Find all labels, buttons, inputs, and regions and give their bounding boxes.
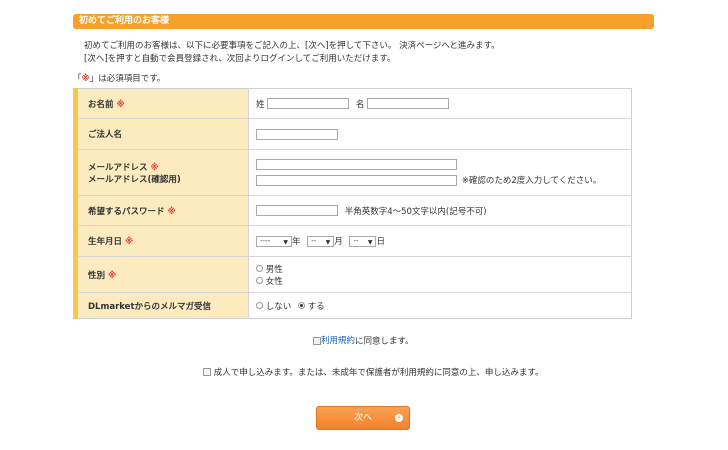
terms-link[interactable]: 利用規約: [321, 336, 355, 346]
password-input[interactable]: [256, 205, 338, 216]
birthday-label-cell: 生年月日 ※: [73, 225, 249, 257]
last-name-input[interactable]: [267, 98, 350, 109]
birth-day-select[interactable]: -- ▼: [349, 235, 377, 247]
mailmag-label-cell: DLmarketからのメルマガ受信: [73, 292, 249, 319]
birthday-label: 生年月日: [88, 237, 123, 247]
chevron-right-icon: ›: [395, 414, 403, 422]
birth-day-value: --: [353, 236, 359, 245]
gender-female-radio[interactable]: [256, 277, 263, 284]
row-company: ご法人名: [73, 118, 632, 150]
terms-agree: 利用規約に同意します。: [313, 334, 414, 347]
intro-line-2: [次へ]を押すと自動で会員登録され、次回よりログインしてご利用いただけます。: [84, 54, 396, 64]
required-mark: ※: [116, 99, 125, 110]
required-note-text: 」は必須項目です。: [89, 74, 166, 84]
registration-form: お名前 ※ 姓 名 ご法人名 メールアドレス ※ メールアドレス(確認用) ※確…: [73, 88, 632, 319]
intro-text: 初めてご利用のお客様は、以下に必要事項をご記入の上、[次へ]を押して下さい。 決…: [84, 40, 500, 66]
next-button-label: 次へ: [353, 413, 372, 423]
mailmag-no-radio[interactable]: [256, 302, 263, 309]
required-mark: ※: [81, 74, 90, 84]
birth-month-value: --: [311, 236, 317, 245]
first-name-input[interactable]: [367, 98, 450, 109]
row-mailmag: DLmarketからのメルマガ受信 しない する: [73, 292, 632, 319]
mailmag-label: DLmarketからのメルマガ受信: [88, 301, 212, 312]
required-mark: ※: [124, 237, 134, 247]
birth-year-value: ----: [260, 236, 271, 245]
email-note: ※確認のため2度入力してください。: [461, 176, 602, 186]
row-gender: 性別 ※ 男性 女性: [73, 256, 632, 293]
gender-label: 性別: [88, 270, 106, 281]
required-note: 「※」は必須項目です。: [73, 72, 165, 84]
gender-male-label: 男性: [265, 264, 283, 275]
next-button[interactable]: 次へ ›: [316, 406, 410, 430]
required-mark: ※: [107, 270, 117, 281]
name-input-cell: 姓 名: [248, 88, 632, 119]
mailmag-yes-label: する: [307, 301, 325, 312]
mailmag-input-cell: しない する: [248, 292, 632, 319]
company-input[interactable]: [256, 128, 338, 140]
row-email: メールアドレス ※ メールアドレス(確認用) ※確認のため2度入力してください。: [73, 149, 632, 196]
email-confirm-label: メールアドレス(確認用): [88, 174, 181, 185]
row-birthday: 生年月日 ※ ---- ▼ 年 -- ▼ 月 -- ▼ 日: [73, 225, 632, 257]
adult-checkbox[interactable]: [203, 368, 211, 376]
terms-text: に同意します。: [355, 336, 414, 347]
birth-month-select[interactable]: -- ▼: [307, 235, 335, 247]
gender-male-radio[interactable]: [256, 265, 263, 272]
name-label: お名前: [88, 99, 114, 110]
adult-agree: 成人で申し込みます。または、未成年で保護者が利用規約に同意の上、申し込みます。: [203, 366, 544, 378]
chevron-down-icon: ▼: [367, 238, 373, 246]
gender-label-cell: 性別 ※: [73, 256, 249, 293]
password-label: 希望するパスワード: [88, 206, 165, 217]
chevron-down-icon: ▼: [283, 238, 288, 246]
password-note: 半角英数字4〜50文字以内(記号不可): [344, 206, 487, 217]
company-label: ご法人名: [88, 130, 123, 140]
chevron-down-icon: ▼: [325, 238, 331, 246]
email-label-cell: メールアドレス ※ メールアドレス(確認用): [73, 149, 249, 196]
birth-year-select[interactable]: ---- ▼: [256, 235, 292, 247]
mailmag-yes-radio[interactable]: [297, 302, 305, 309]
email-confirm-input[interactable]: [256, 174, 457, 186]
birthday-input-cell: ---- ▼ 年 -- ▼ 月 -- ▼ 日: [248, 225, 632, 257]
email-input[interactable]: [256, 159, 457, 170]
mailmag-no-label: しない: [265, 301, 292, 312]
name-label-cell: お名前 ※: [73, 88, 249, 119]
year-unit: 年: [292, 237, 301, 247]
row-name: お名前 ※ 姓 名: [73, 88, 632, 119]
password-label-cell: 希望するパスワード ※: [73, 195, 249, 226]
required-note-open: 「: [73, 74, 82, 84]
section-header: 初めてご利用のお客様: [73, 14, 654, 29]
terms-checkbox[interactable]: [313, 336, 321, 345]
email-input-cell: ※確認のため2度入力してください。: [248, 149, 632, 196]
row-password: 希望するパスワード ※ 半角英数字4〜50文字以内(記号不可): [73, 195, 632, 226]
company-label-cell: ご法人名: [73, 118, 249, 150]
month-unit: 月: [334, 237, 343, 247]
gender-female-label: 女性: [265, 276, 283, 287]
company-input-cell: [248, 118, 632, 150]
day-unit: 日: [376, 237, 385, 247]
first-name-label: 名: [355, 99, 365, 110]
intro-line-1: 初めてご利用のお客様は、以下に必要事項をご記入の上、[次へ]を押して下さい。 決…: [84, 41, 500, 51]
required-mark: ※: [150, 162, 159, 173]
required-mark: ※: [167, 206, 176, 217]
last-name-label: 姓: [256, 99, 265, 110]
gender-input-cell: 男性 女性: [248, 256, 632, 293]
password-input-cell: 半角英数字4〜50文字以内(記号不可): [248, 195, 632, 226]
email-label: メールアドレス: [88, 162, 148, 173]
adult-text: 成人で申し込みます。または、未成年で保護者が利用規約に同意の上、申し込みます。: [213, 368, 544, 378]
